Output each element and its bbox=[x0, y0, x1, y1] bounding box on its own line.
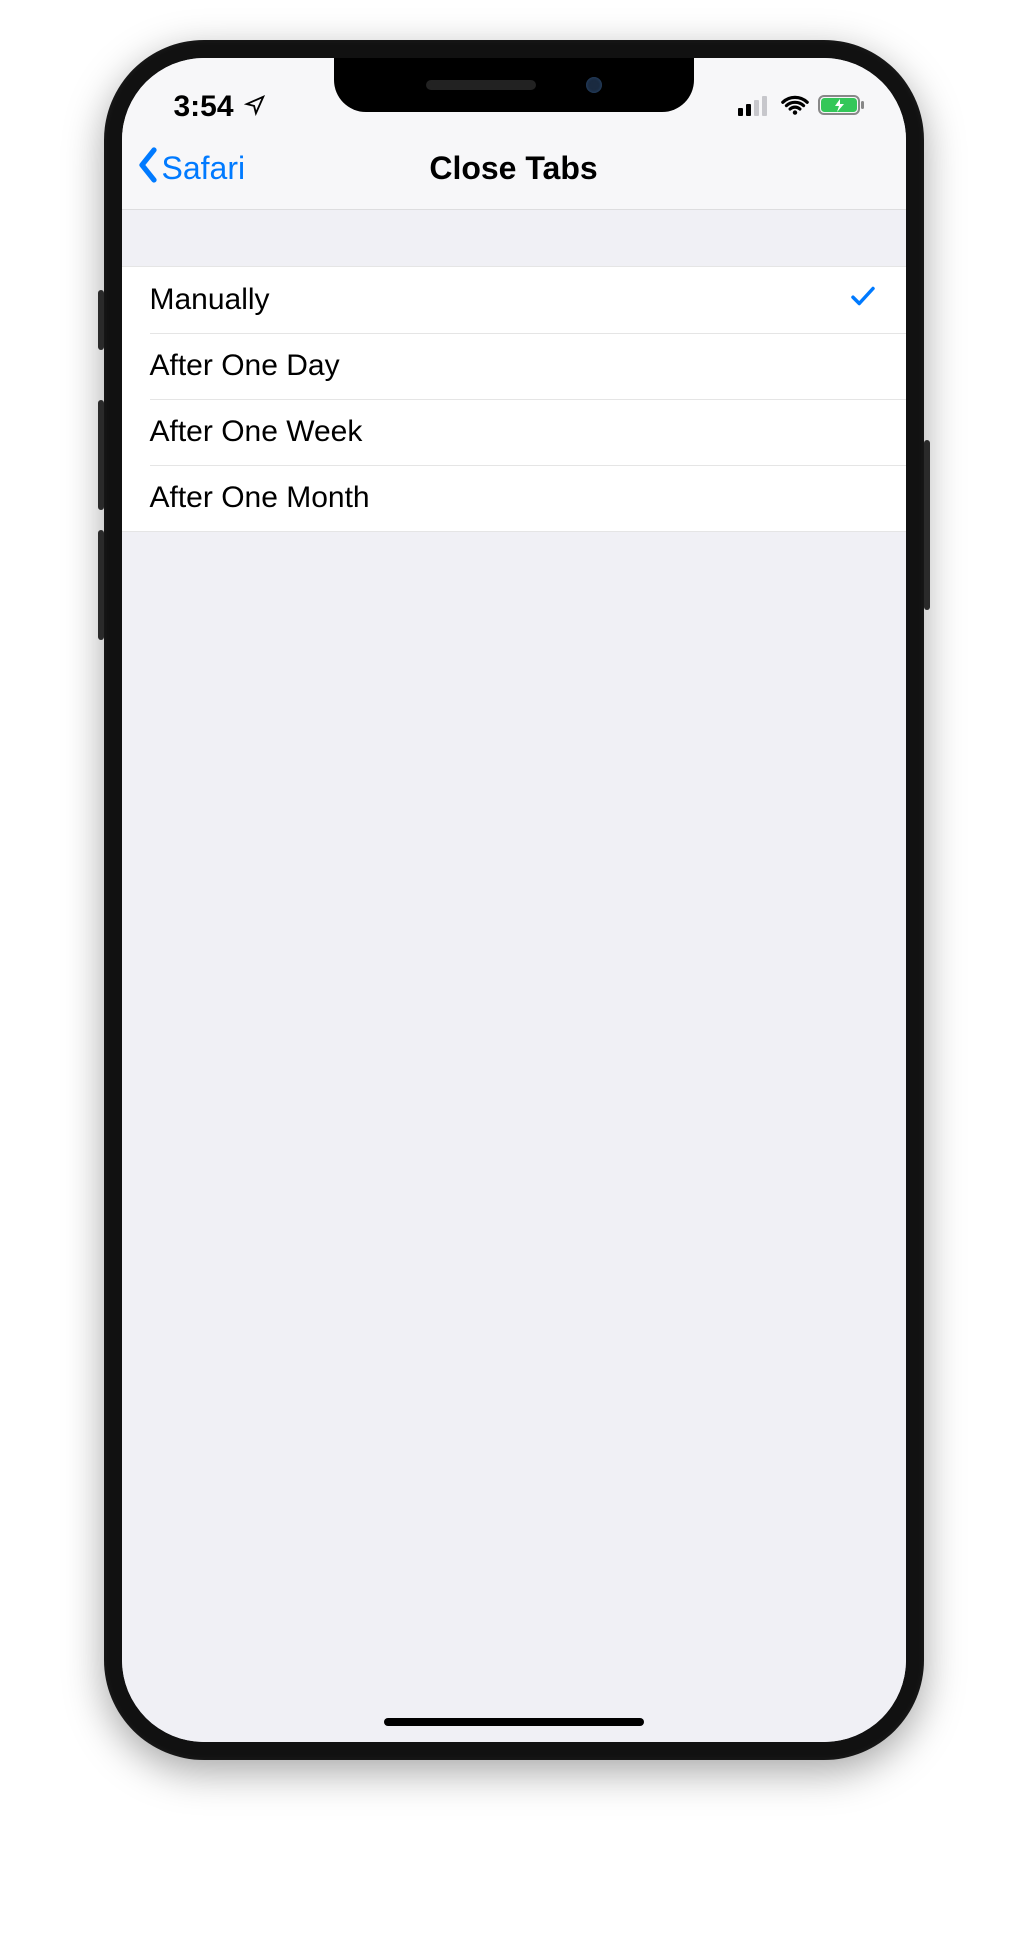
screen: 3:54 bbox=[122, 58, 906, 1742]
home-indicator[interactable] bbox=[384, 1718, 644, 1726]
location-arrow-icon bbox=[244, 90, 266, 124]
status-left: 3:54 bbox=[174, 90, 266, 124]
battery-charging-icon bbox=[818, 90, 866, 124]
back-button[interactable]: Safari bbox=[136, 147, 246, 191]
option-label: After One Day bbox=[150, 349, 340, 383]
option-label: After One Month bbox=[150, 481, 370, 515]
status-time: 3:54 bbox=[174, 90, 234, 124]
power-button[interactable] bbox=[924, 440, 930, 610]
cellular-signal-icon bbox=[738, 90, 772, 124]
volume-down-button[interactable] bbox=[98, 530, 104, 640]
option-after-one-week[interactable]: After One Week bbox=[122, 399, 906, 465]
close-tabs-option-list: Manually After One Day After One Week Af… bbox=[122, 266, 906, 532]
nav-bar: Safari Close Tabs bbox=[122, 128, 906, 210]
volume-up-button[interactable] bbox=[98, 400, 104, 510]
notch bbox=[334, 58, 694, 112]
option-label: Manually bbox=[150, 283, 270, 317]
group-spacer bbox=[122, 210, 906, 266]
option-after-one-month[interactable]: After One Month bbox=[122, 465, 906, 531]
wifi-icon bbox=[780, 90, 810, 124]
status-right bbox=[738, 90, 866, 124]
option-manually[interactable]: Manually bbox=[122, 267, 906, 333]
back-label: Safari bbox=[162, 150, 246, 187]
option-label: After One Week bbox=[150, 415, 363, 449]
content-area: Manually After One Day After One Week Af… bbox=[122, 210, 906, 1742]
checkmark-icon bbox=[848, 281, 878, 319]
chevron-left-icon bbox=[136, 147, 160, 191]
option-after-one-day[interactable]: After One Day bbox=[122, 333, 906, 399]
speaker-grille bbox=[426, 80, 536, 90]
front-camera bbox=[586, 77, 602, 93]
device-frame: 3:54 bbox=[104, 40, 924, 1760]
silence-switch[interactable] bbox=[98, 290, 104, 350]
